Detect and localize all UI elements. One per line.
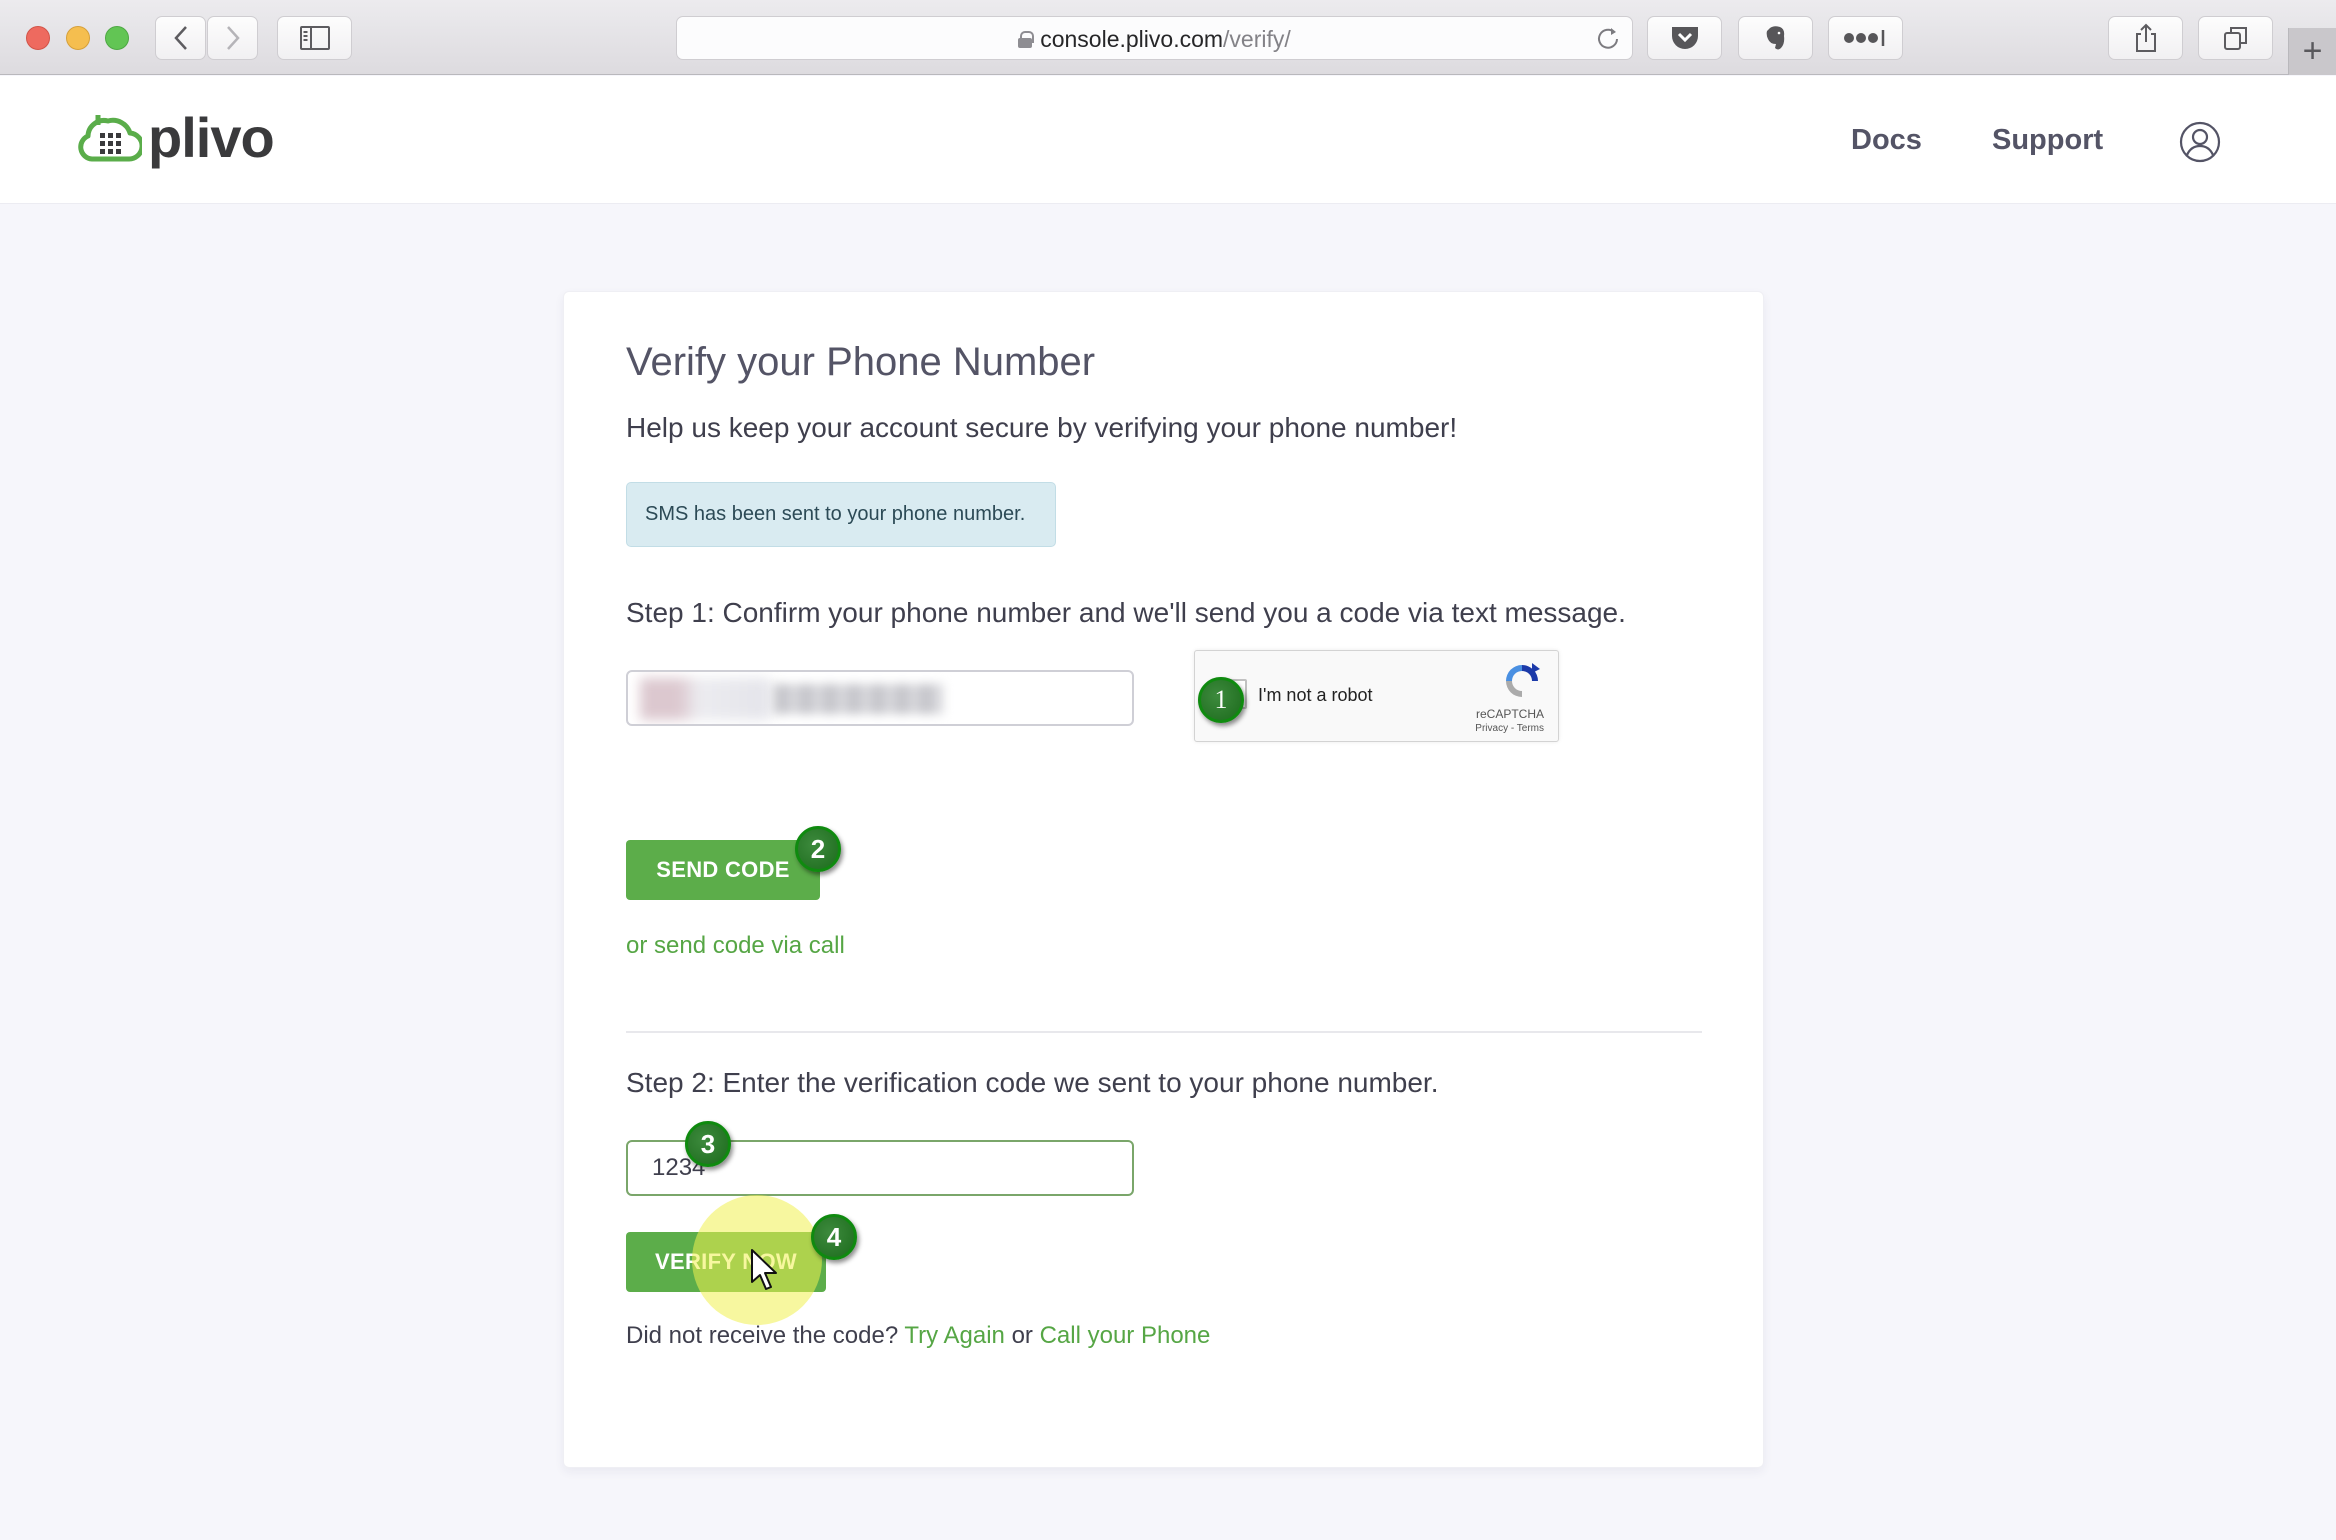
blurred-country-flag [640, 678, 770, 720]
user-circle-icon[interactable] [2179, 121, 2221, 163]
recaptcha-logo-icon [1506, 663, 1540, 697]
maximize-window-button[interactable] [105, 26, 129, 50]
forward-icon [226, 26, 240, 50]
tabs-icon [2223, 27, 2247, 50]
tabs-overview-button[interactable] [2198, 16, 2273, 60]
or-text: or [1011, 1322, 1033, 1349]
password-manager-button[interactable] [1828, 16, 1903, 60]
recaptcha-label: I'm not a robot [1258, 685, 1373, 705]
reload-icon[interactable] [1594, 25, 1622, 53]
share-icon [2135, 23, 2156, 52]
close-window-button[interactable] [26, 26, 50, 50]
back-button[interactable] [155, 16, 206, 60]
send-code-button[interactable]: SEND CODE [626, 840, 820, 900]
minimize-window-button[interactable] [66, 26, 90, 50]
send-code-via-call-link[interactable]: or send code via call [626, 932, 845, 960]
call-your-phone-link[interactable]: Call your Phone [1040, 1322, 1211, 1349]
step-badge-4: 4 [811, 1214, 857, 1260]
nav-support[interactable]: Support [1992, 124, 2103, 157]
blurred-phone-number [773, 684, 943, 714]
step-badge-1: 1 [1198, 677, 1244, 723]
address-bar[interactable]: console.plivo.com/verify/ [676, 16, 1633, 60]
new-tab-icon: + [2302, 32, 2323, 70]
nav-docs[interactable]: Docs [1851, 124, 1922, 157]
phone-number-input[interactable] [626, 670, 1134, 726]
evernote-button[interactable] [1738, 16, 1813, 60]
sidebar-button[interactable] [277, 16, 352, 60]
recaptcha-terms-link[interactable]: Privacy - Terms [1475, 723, 1544, 734]
step2-label: Step 2: Enter the verification code we s… [626, 1067, 1439, 1098]
resend-prefix: Did not receive the code? [626, 1322, 899, 1349]
evernote-icon [1766, 26, 1784, 50]
sidebar-icon [299, 26, 330, 50]
section-divider [626, 1031, 1702, 1033]
cloud-logo-icon [78, 115, 142, 162]
step-badge-2: 2 [795, 826, 841, 872]
step-badge-3: 3 [685, 1121, 731, 1167]
back-icon [173, 26, 187, 50]
new-tab-button[interactable]: + [2288, 28, 2336, 75]
resend-prompt: Did not receive the code? Try Again or C… [626, 1322, 1210, 1350]
recaptcha-widget: I'm not a robot reCAPTCHA Privacy - Term… [1194, 650, 1559, 742]
forward-button[interactable] [207, 16, 258, 60]
pocket-button[interactable] [1647, 16, 1722, 60]
lock-icon [1018, 31, 1035, 48]
mouse-cursor-icon [751, 1249, 777, 1290]
page-subtitle: Help us keep your account secure by veri… [626, 412, 1458, 443]
pocket-icon [1671, 27, 1698, 49]
sms-sent-alert: SMS has been sent to your phone number. [626, 482, 1056, 547]
logo-text: plivo [148, 106, 275, 169]
browser-toolbar: console.plivo.com/verify/ + [0, 0, 2336, 75]
share-button[interactable] [2108, 16, 2183, 60]
site-header: plivo Docs Support [0, 76, 2336, 204]
try-again-link[interactable]: Try Again [904, 1322, 1005, 1349]
url-domain: console.plivo.com [1040, 25, 1224, 52]
recaptcha-brand: reCAPTCHA [1475, 707, 1544, 721]
password-manager-icon [1843, 30, 1884, 46]
page-title: Verify your Phone Number [626, 340, 1096, 384]
plivo-logo[interactable]: plivo [78, 106, 275, 169]
url-display: console.plivo.com/verify/ [677, 17, 1632, 61]
step1-label: Step 1: Confirm your phone number and we… [626, 597, 1626, 628]
url-path: /verify/ [1223, 25, 1291, 52]
